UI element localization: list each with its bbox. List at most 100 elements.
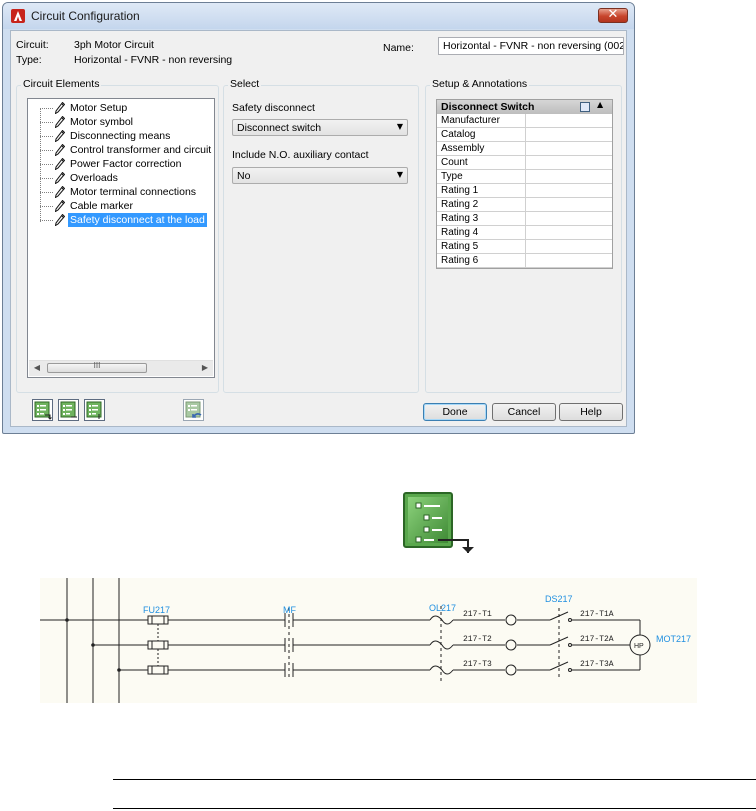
circuit-label: Circuit: (16, 39, 49, 51)
circuit-elements-tree[interactable]: Motor Setup Motor symbol Disconnecting mea… (27, 98, 215, 378)
grid-row-label: Rating 6 (441, 255, 479, 266)
name-field[interactable]: Horizontal - FVNR - non reversing (002) (438, 37, 624, 55)
grid-row[interactable]: Manufacturer (437, 114, 612, 128)
grid-row-label: Catalog (441, 129, 476, 140)
grid-row-value[interactable] (525, 240, 612, 253)
aux-contact-label: Include N.O. auxiliary contact (232, 149, 369, 161)
list-undo-icon (185, 401, 202, 418)
grid-row-value[interactable] (525, 170, 612, 183)
grid-header: Disconnect Switch ▲ (437, 100, 612, 114)
pencil-icon (55, 186, 65, 198)
list-config-icon (60, 401, 77, 418)
tree-item-label: Cable marker (70, 200, 134, 212)
grid-row-label: Manufacturer (441, 115, 500, 126)
safety-disconnect-label: Safety disconnect (232, 102, 315, 114)
aux-contact-select[interactable]: No ▼ (232, 167, 408, 184)
pencil-icon (55, 172, 65, 184)
help-button[interactable]: Help (559, 403, 623, 421)
grid-row-value[interactable] (525, 156, 612, 169)
list-options-icon (86, 401, 102, 419)
collapse-icon[interactable]: ▲ (597, 100, 603, 109)
configure-circuit-button[interactable] (58, 399, 79, 421)
circuit-configuration-dialog: Circuit Configuration ✕ Circuit: 3ph Mot… (2, 2, 635, 434)
tree-item-label: Motor symbol (70, 116, 134, 128)
grid-row[interactable]: Rating 2 (437, 198, 612, 212)
wire-number: 217-T2 (463, 635, 492, 644)
wire-number: 217-T1A (580, 610, 614, 619)
grid-row-value[interactable] (525, 184, 612, 197)
grid-row[interactable]: Catalog (437, 128, 612, 142)
tree-connector (40, 108, 53, 109)
properties-icon[interactable] (580, 102, 590, 112)
tree-item-label: Safety disconnect at the load (68, 213, 207, 227)
grid-row[interactable]: Rating 3 (437, 212, 612, 226)
circuit-elements-group: Circuit Elements Motor Setup Motor symbol… (16, 78, 219, 393)
grid-row-label: Rating 3 (441, 213, 479, 224)
name-label: Name: (383, 42, 414, 54)
list-insert-icon (34, 401, 52, 420)
grid-row-value[interactable] (525, 198, 612, 211)
grid-row[interactable]: Rating 4 (437, 226, 612, 240)
grid-row[interactable]: Count (437, 156, 612, 170)
grid-row[interactable]: Assembly (437, 142, 612, 156)
grid-row-value[interactable] (525, 226, 612, 239)
tree-connector (40, 178, 53, 179)
setup-annotations-group: Setup & Annotations Disconnect Switch ▲ … (425, 78, 622, 393)
tree-connector (40, 192, 53, 193)
grid-row[interactable]: Rating 1 (437, 184, 612, 198)
close-icon: ✕ (607, 7, 619, 22)
scroll-thumb[interactable]: III (47, 361, 147, 373)
scroll-left-icon[interactable]: ◀ (30, 363, 44, 374)
grid-title: Disconnect Switch (441, 101, 535, 113)
close-button[interactable]: ✕ (598, 7, 628, 23)
select-group: Select Safety disconnect Disconnect swit… (223, 78, 419, 393)
grid-row-value[interactable] (525, 114, 612, 127)
tree-connector (40, 220, 53, 221)
wire-number: 217-T3A (580, 660, 614, 669)
pencil-icon (55, 144, 65, 156)
cancel-button[interactable]: Cancel (492, 403, 556, 421)
grid-row-value[interactable] (525, 212, 612, 225)
wire-number: 217-T2A (580, 635, 614, 644)
overload-tag: OL217 (429, 603, 456, 613)
title-bar: Circuit Configuration ✕ (3, 3, 634, 29)
tree-horizontal-scrollbar[interactable]: ◀ III ▶ (29, 360, 213, 376)
dialog-body: Circuit: 3ph Motor Circuit Type: Horizon… (10, 30, 627, 427)
grid-row-value[interactable] (525, 254, 612, 267)
grid-row-value[interactable] (525, 128, 612, 141)
scroll-right-icon[interactable]: ▶ (198, 363, 212, 374)
grid-row-value[interactable] (525, 142, 612, 155)
safety-disconnect-select[interactable]: Disconnect switch ▼ (232, 119, 408, 136)
grid-row-label: Type (441, 171, 463, 182)
undo-configuration-button[interactable] (183, 399, 204, 421)
insert-circuit-large-icon (403, 492, 474, 553)
aux-contact-value: No (237, 170, 251, 182)
grid-row-label: Assembly (441, 143, 485, 154)
pencil-icon (55, 200, 65, 212)
motor-circuit-schematic: FU217 MF OL217 DS217 MOT217 HP 217-T1 21… (40, 578, 697, 703)
grid-row-label: Rating 4 (441, 227, 479, 238)
properties-grid[interactable]: Disconnect Switch ▲ Manufacturer Catalog A… (436, 99, 613, 269)
tree-item-label: Disconnecting means (70, 130, 171, 142)
separator-line (113, 779, 756, 780)
pencil-icon (55, 102, 65, 114)
contactor-tag: MF (283, 605, 296, 615)
circuit-options-button[interactable] (84, 399, 105, 421)
tree-connector (40, 206, 53, 207)
motor-tag: MOT217 (656, 634, 691, 644)
grid-row-label: Rating 2 (441, 199, 479, 210)
pencil-icon (55, 116, 65, 128)
fuse-tag: FU217 (143, 605, 170, 615)
tree-item-label: Motor terminal connections (70, 186, 197, 198)
type-label: Type: (16, 54, 42, 66)
grid-row-label: Rating 5 (441, 241, 479, 252)
grid-row[interactable]: Rating 5 (437, 240, 612, 254)
type-value: Horizontal - FVNR - non reversing (74, 54, 233, 66)
window-title: Circuit Configuration (31, 9, 140, 23)
grid-row[interactable]: Type (437, 170, 612, 184)
done-button[interactable]: Done (423, 403, 487, 421)
insert-circuit-button[interactable] (32, 399, 53, 421)
wire-number: 217-T1 (463, 610, 492, 619)
grid-row[interactable]: Rating 6 (437, 254, 612, 268)
safety-disconnect-value: Disconnect switch (237, 122, 322, 134)
